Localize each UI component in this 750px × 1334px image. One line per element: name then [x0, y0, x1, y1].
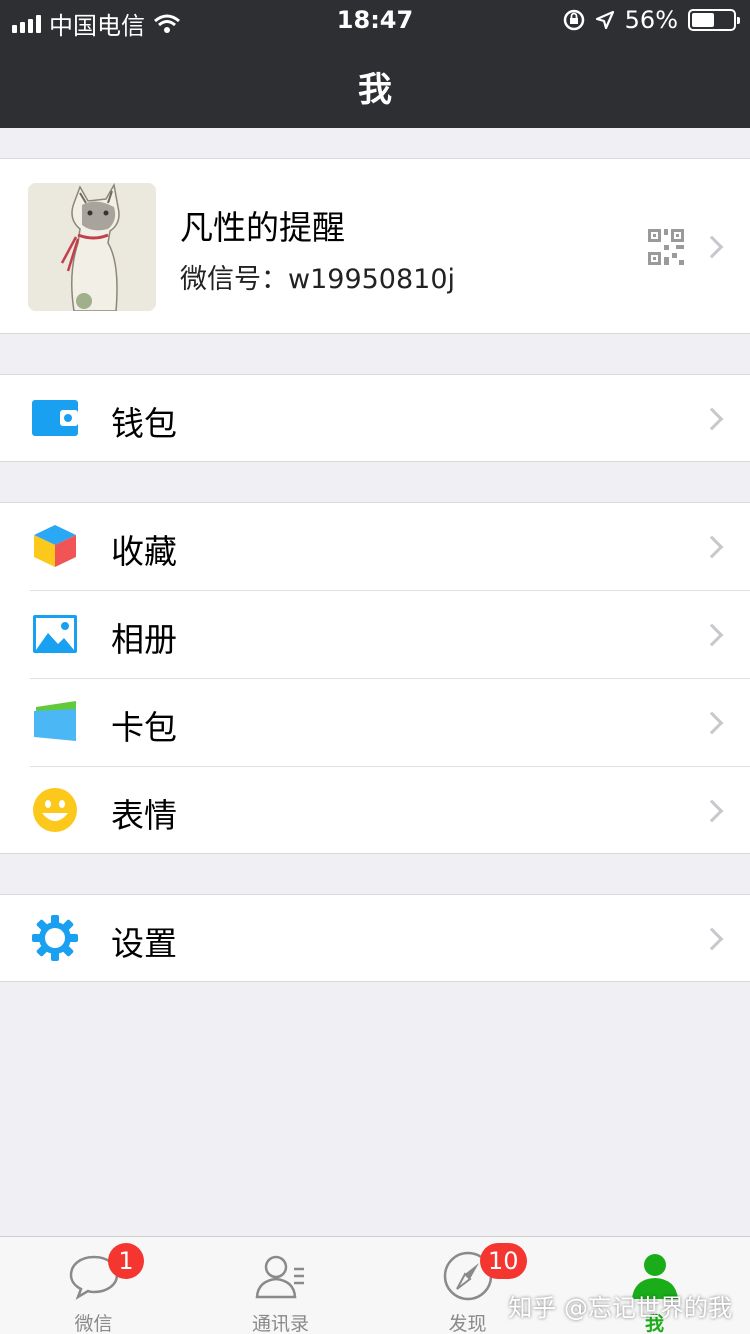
watermark: 知乎 @忘记世界的我: [508, 1294, 732, 1322]
profile-name: 凡性的提醒: [180, 208, 345, 247]
tab-chats[interactable]: 1 微信: [0, 1237, 187, 1334]
qr-code-icon[interactable]: [648, 229, 684, 265]
wallet-icon: [32, 400, 78, 436]
chevron-right-icon: [700, 927, 724, 951]
status-bar: 中国电信 18:47 56%: [0, 0, 750, 40]
card-wallet-icon: [34, 701, 76, 741]
album-picture-icon: [33, 615, 77, 653]
rotation-lock-icon: [563, 9, 584, 31]
tab-label: 微信: [74, 1313, 113, 1334]
top-bar: 中国电信 18:47 56% 我: [0, 0, 750, 128]
tab-contacts[interactable]: 通讯录: [187, 1237, 374, 1334]
chevron-right-icon: [700, 799, 724, 823]
wechat-id: 微信号：w19950810j: [180, 264, 456, 295]
features-group: 收藏 相册 卡包 表情: [0, 502, 750, 854]
favorites-cube-icon: [34, 525, 76, 567]
menu-item-favorites[interactable]: 收藏: [0, 503, 750, 591]
menu-item-stickers[interactable]: 表情: [0, 767, 750, 855]
gear-icon: [32, 915, 78, 961]
battery-icon: [688, 9, 740, 31]
menu-item-settings[interactable]: 设置: [0, 895, 750, 983]
menu-item-wallet[interactable]: 钱包: [0, 375, 750, 463]
wallet-group: 钱包: [0, 374, 750, 462]
page-title: 我: [358, 70, 392, 110]
menu-label: 钱包: [111, 404, 177, 443]
menu-label: 相册: [111, 620, 177, 659]
tab-label: 通讯录: [251, 1313, 309, 1334]
contacts-icon: [255, 1255, 304, 1299]
battery-percent: 56%: [624, 6, 678, 34]
menu-item-cards[interactable]: 卡包: [0, 679, 750, 767]
smiley-face-icon: [33, 788, 77, 832]
chevron-right-icon: [700, 535, 724, 559]
avatar[interactable]: [28, 183, 156, 311]
chevron-right-icon: [700, 407, 724, 431]
settings-group: 设置: [0, 894, 750, 982]
unread-badge: 1: [108, 1243, 144, 1279]
chevron-right-icon: [700, 235, 724, 259]
menu-label: 收藏: [111, 532, 177, 571]
avatar-cat-illustration: [28, 183, 156, 311]
menu-item-album[interactable]: 相册: [0, 591, 750, 679]
location-arrow-icon: [595, 10, 614, 30]
menu-label: 表情: [111, 796, 177, 835]
menu-label: 设置: [111, 924, 177, 963]
profile-card[interactable]: 凡性的提醒 微信号：w19950810j: [0, 158, 750, 334]
menu-label: 卡包: [111, 708, 177, 747]
chevron-right-icon: [700, 711, 724, 735]
unread-badge: 10: [480, 1243, 527, 1279]
chevron-right-icon: [700, 623, 724, 647]
